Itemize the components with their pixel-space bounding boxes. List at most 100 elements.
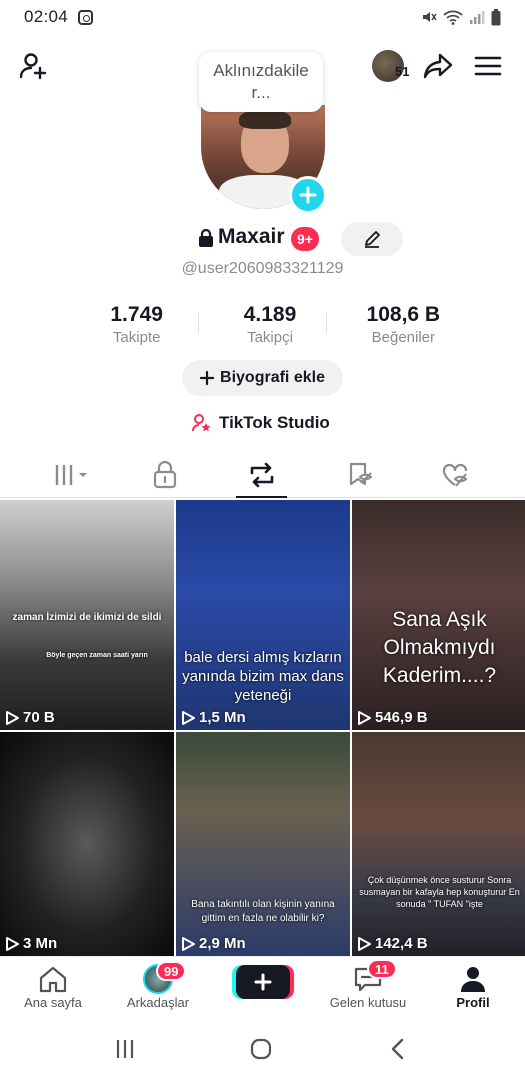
stat-followers[interactable]: 4.189 Takipçi (203, 303, 336, 351)
video-caption-secondary: Böyle geçen zaman saati yarın (46, 652, 148, 659)
recent-apps-button[interactable] (110, 1036, 140, 1062)
video-views: 3 Mn (4, 935, 57, 952)
video-caption: Çok düşünmek önce susturur Sonra susmaya… (359, 875, 520, 909)
stat-divider (326, 313, 327, 333)
video-tile[interactable]: Bana takıntılı olan kişinin yanına gitti… (176, 732, 350, 956)
lock-icon (153, 461, 177, 489)
video-views: 142,4 B (356, 935, 428, 952)
friends-badge: 99 (156, 961, 187, 981)
menu-button[interactable] (472, 50, 504, 82)
home-system-button[interactable] (246, 1036, 276, 1062)
recents-icon (116, 1040, 134, 1058)
signal-icon (470, 11, 485, 24)
profile-tabs (0, 452, 525, 498)
plus-icon (254, 973, 272, 991)
tab-videos[interactable] (52, 458, 92, 492)
stat-value: 1.749 (110, 303, 163, 326)
grid-dropdown-icon (55, 465, 87, 485)
nav-profile-label: Profil (456, 995, 490, 1010)
video-tile[interactable]: zaman İzimizi de ikimizi de sildi Böyle … (0, 500, 174, 730)
stat-label: Beğeniler (371, 329, 436, 346)
plus-icon (200, 371, 215, 385)
play-icon (182, 710, 195, 725)
video-caption: Sana Aşık Olmakmıydı Kaderim....? (382, 608, 497, 687)
video-caption: zaman İzimizi de ikimizi de sildi (12, 612, 162, 623)
add-friend-button[interactable] (18, 50, 50, 82)
video-views-count: 2,9 Mn (199, 935, 246, 952)
video-views-count: 1,5 Mn (199, 709, 246, 726)
back-button[interactable] (383, 1036, 413, 1062)
play-icon (6, 936, 19, 951)
repost-icon (250, 462, 274, 488)
mute-icon (423, 12, 437, 22)
nav-profile[interactable]: Profil (423, 963, 523, 1010)
video-views-count: 142,4 B (375, 935, 428, 952)
video-views: 546,9 B (356, 709, 428, 726)
pencil-icon (365, 231, 380, 248)
nav-home-label: Ana sayfa (24, 995, 82, 1010)
active-tab-indicator (236, 496, 287, 498)
video-views: 70 B (4, 709, 55, 726)
video-tile[interactable]: 3 Mn (0, 732, 174, 956)
tab-liked[interactable] (436, 458, 476, 492)
thoughts-bubble[interactable]: Aklınızdakile r... (199, 52, 323, 112)
hamburger-menu-icon (474, 56, 502, 76)
play-icon (358, 710, 371, 725)
video-views: 1,5 Mn (180, 709, 246, 726)
plus-icon (299, 186, 317, 204)
add-bio-label: Biyografi ekle (220, 369, 325, 386)
notification-badge[interactable]: 9+ (291, 227, 319, 251)
video-caption: Bana takıntılı olan kişinin yanına gitti… (191, 899, 335, 924)
add-story-button[interactable] (289, 176, 327, 214)
following-avatar-count: 51 (395, 64, 410, 79)
video-views-count: 3 Mn (23, 935, 58, 952)
video-tile[interactable]: bale dersi almış kızların yanında bizim … (176, 500, 350, 730)
battery-icon (491, 8, 501, 25)
inbox-badge: 11 (367, 959, 397, 979)
play-icon (6, 710, 19, 725)
bottom-navigation: Ana sayfa Arkadaşlar 99 Gelen kutusu 11 … (0, 956, 525, 1018)
home-icon (39, 966, 67, 993)
instagram-notification-icon (78, 9, 94, 25)
edit-profile-button[interactable] (341, 222, 403, 256)
bookmark-hidden-icon (349, 462, 373, 486)
status-time: 02:04 (24, 7, 69, 26)
stat-label: Takipçi (247, 329, 293, 346)
name-row: Maxair 9+ (0, 222, 525, 256)
add-person-icon (19, 53, 47, 80)
video-grid: zaman İzimizi de ikimizi de sildi Böyle … (0, 500, 525, 956)
tab-favorites[interactable] (340, 458, 380, 492)
video-views-count: 546,9 B (375, 709, 428, 726)
video-tile[interactable]: Çok düşünmek önce susturur Sonra susmaya… (352, 732, 525, 956)
profile-handle: @user2060983321129 (181, 260, 344, 277)
video-tile[interactable]: Sana Aşık Olmakmıydı Kaderim....? 546,9 … (352, 500, 525, 730)
play-icon (358, 936, 371, 951)
create-video-button[interactable] (236, 965, 290, 999)
video-views: 2,9 Mn (180, 935, 246, 952)
stat-value: 4.189 (243, 303, 297, 326)
play-icon (182, 936, 195, 951)
nav-friends-label: Arkadaşlar (126, 995, 190, 1010)
tab-private[interactable] (145, 458, 185, 492)
profile-username: Maxair (218, 225, 285, 248)
video-views-count: 70 B (23, 709, 55, 726)
wifi-icon (443, 10, 463, 25)
stat-value: 108,6 B (366, 303, 441, 326)
nav-home[interactable]: Ana sayfa (3, 963, 103, 1010)
status-bar: 02:04 (0, 0, 525, 34)
nav-inbox-label: Gelen kutusu (329, 995, 407, 1010)
studio-person-star-icon (192, 414, 211, 432)
system-navigation (0, 1018, 525, 1080)
video-caption: bale dersi almış kızların yanında bizim … (182, 649, 344, 704)
tab-reposts[interactable] (242, 458, 282, 492)
tiktok-studio-label: TikTok Studio (219, 413, 330, 432)
stat-divider (198, 313, 199, 333)
stat-following[interactable]: 1.749 Takipte (70, 303, 203, 351)
back-chevron-icon (391, 1038, 404, 1060)
add-bio-button[interactable]: Biyografi ekle (182, 360, 343, 396)
home-circle-icon (250, 1038, 272, 1060)
stat-likes[interactable]: 108,6 B Beğeniler (337, 303, 470, 351)
tiktok-studio-link[interactable]: TikTok Studio (192, 410, 330, 436)
profile-stats: 1.749 Takipte 4.189 Takipçi 108,6 B Beğe… (70, 303, 470, 351)
share-profile-button[interactable] (422, 50, 454, 82)
